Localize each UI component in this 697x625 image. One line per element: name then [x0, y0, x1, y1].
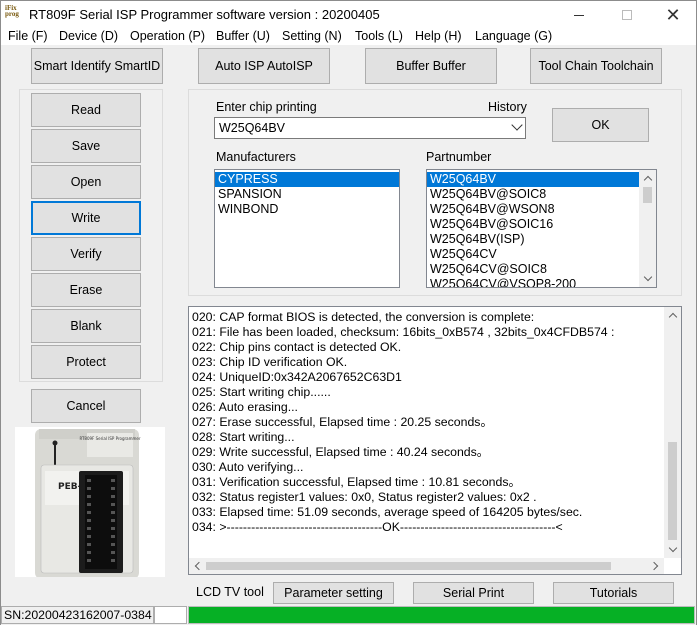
scroll-up-icon[interactable] — [664, 307, 681, 323]
title-bar[interactable]: iFix prog RT809F Serial ISP Programmer s… — [1, 1, 696, 29]
minimize-icon — [574, 14, 584, 16]
menu-device[interactable]: Device (D) — [59, 29, 118, 43]
scroll-right-icon[interactable] — [648, 558, 664, 574]
log-line: 020: CAP format BIOS is detected, the co… — [192, 310, 535, 324]
menu-buffer[interactable]: Buffer (U) — [216, 29, 270, 43]
partnumber-item[interactable]: W25Q64CV@VSOP8-200 — [427, 277, 639, 287]
menu-operation[interactable]: Operation (P) — [130, 29, 205, 43]
status-bar: SN:20200423162007-0384 — [1, 605, 696, 625]
menu-tools[interactable]: Tools (L) — [355, 29, 403, 43]
manufacturers-list[interactable]: CYPRESS SPANSION WINBOND — [214, 169, 400, 288]
minimize-button[interactable] — [556, 1, 602, 29]
scroll-up-icon[interactable] — [639, 170, 656, 186]
log-line: 031: Verification successful, Elapsed ti… — [192, 475, 521, 489]
menu-file[interactable]: File (F) — [8, 29, 48, 43]
scroll-thumb[interactable] — [206, 562, 611, 570]
manufacturer-item[interactable]: CYPRESS — [215, 172, 399, 187]
tutorials-button[interactable]: Tutorials — [553, 582, 674, 604]
log-line: 023: Chip ID verification OK. — [192, 355, 348, 369]
chip-printing-label: Enter chip printing — [216, 100, 317, 114]
log-line: 028: Start writing... — [192, 430, 295, 444]
log-line: 029: Write successful, Elapsed time : 40… — [192, 445, 490, 459]
buffer-button[interactable]: Buffer Buffer — [365, 48, 497, 84]
blank-button[interactable]: Blank — [31, 309, 141, 343]
erase-button[interactable]: Erase — [31, 273, 141, 307]
log-line: 030: Auto verifying... — [192, 460, 304, 474]
menu-language[interactable]: Language (G) — [475, 29, 552, 43]
ok-button[interactable]: OK — [552, 108, 649, 142]
cancel-button[interactable]: Cancel — [31, 389, 141, 423]
manufacturers-label: Manufacturers — [216, 150, 296, 164]
serial-number: SN:20200423162007-0384 — [1, 606, 154, 624]
partnumber-scrollbar[interactable] — [639, 170, 656, 287]
serial-print-button[interactable]: Serial Print — [413, 582, 534, 604]
close-button[interactable]: ✕ — [650, 1, 696, 29]
status-panel — [154, 606, 187, 624]
log-line: 032: Status register1 values: 0x0, Statu… — [192, 490, 537, 504]
open-button[interactable]: Open — [31, 165, 141, 199]
maximize-button[interactable] — [604, 1, 650, 29]
app-logo-icon: iFix prog — [5, 5, 23, 25]
progress-fill — [189, 607, 694, 623]
history-label: History — [488, 100, 527, 114]
scroll-down-icon[interactable] — [664, 542, 681, 558]
scroll-left-icon[interactable] — [189, 558, 205, 574]
maximize-icon — [622, 10, 632, 20]
log-line: 024: UniqueID:0x342A2067652C63D1 — [192, 370, 402, 384]
partnumber-list[interactable]: W25Q64BV W25Q64BV@SOIC8 W25Q64BV@WSON8 W… — [426, 169, 657, 288]
partnumber-item[interactable]: W25Q64BV@SOIC16 — [427, 217, 639, 232]
window-title: RT809F Serial ISP Programmer software ve… — [29, 7, 380, 22]
scroll-thumb[interactable] — [643, 187, 652, 203]
chevron-down-icon[interactable] — [511, 119, 523, 131]
partnumber-item[interactable]: W25Q64CV — [427, 247, 639, 262]
save-button[interactable]: Save — [31, 129, 141, 163]
scroll-down-icon[interactable] — [639, 271, 656, 287]
log-line: 027: Erase successful, Elapsed time : 20… — [192, 415, 493, 429]
smart-identify-button[interactable]: Smart Identify SmartID — [31, 48, 163, 84]
manufacturer-item[interactable]: WINBOND — [215, 202, 399, 217]
write-button[interactable]: Write — [31, 201, 141, 235]
menu-setting[interactable]: Setting (N) — [282, 29, 342, 43]
progress-bar — [188, 606, 695, 624]
scroll-thumb[interactable] — [668, 442, 677, 540]
partnumber-item[interactable]: W25Q64BV@WSON8 — [427, 202, 639, 217]
partnumber-item[interactable]: W25Q64BV — [427, 172, 639, 187]
lcd-tv-tool-label: LCD TV tool — [196, 585, 264, 599]
chip-printing-value: W25Q64BV — [219, 121, 286, 135]
partnumber-label: Partnumber — [426, 150, 492, 164]
partnumber-item[interactable]: W25Q64CV@SOIC8 — [427, 262, 639, 277]
read-button[interactable]: Read — [31, 93, 141, 127]
menu-bar: File (F) Device (D) Operation (P) Buffer… — [1, 29, 696, 45]
toolchain-button[interactable]: Tool Chain Toolchain — [530, 48, 662, 84]
log-line: 026: Auto erasing... — [192, 400, 298, 414]
log-line: 033: Elapsed time: 51.09 seconds, averag… — [192, 505, 583, 519]
log-output[interactable]: 020: CAP format BIOS is detected, the co… — [188, 306, 682, 575]
chip-printing-combobox[interactable]: W25Q64BV — [214, 117, 526, 139]
close-icon: ✕ — [665, 5, 681, 25]
parameter-setting-button[interactable]: Parameter setting — [273, 582, 394, 604]
auto-isp-button[interactable]: Auto ISP AutoISP — [198, 48, 330, 84]
device-brand-text: RT809F Serial ISP Programmer — [79, 436, 140, 441]
menu-help[interactable]: Help (H) — [415, 29, 462, 43]
programmer-device-illustration: RT809F Serial ISP Programmer PEB-1 — [15, 427, 165, 579]
logo-line-2: prog — [5, 10, 19, 18]
partnumber-item[interactable]: W25Q64BV@SOIC8 — [427, 187, 639, 202]
verify-button[interactable]: Verify — [31, 237, 141, 271]
main-window: iFix prog RT809F Serial ISP Programmer s… — [0, 0, 697, 625]
programmer-device-image: RT809F Serial ISP Programmer PEB-1 — [15, 427, 165, 579]
log-line: 022: Chip pins contact is detected OK. — [192, 340, 402, 354]
log-horizontal-scrollbar[interactable] — [189, 558, 664, 574]
log-line: 025: Start writing chip...... — [192, 385, 331, 399]
partnumber-item[interactable]: W25Q64BV(ISP) — [427, 232, 639, 247]
log-line: 034: >----------------------------------… — [192, 520, 563, 534]
log-vertical-scrollbar[interactable] — [664, 307, 681, 558]
manufacturer-item[interactable]: SPANSION — [215, 187, 399, 202]
log-line: 021: File has been loaded, checksum: 16b… — [192, 325, 615, 339]
protect-button[interactable]: Protect — [31, 345, 141, 379]
